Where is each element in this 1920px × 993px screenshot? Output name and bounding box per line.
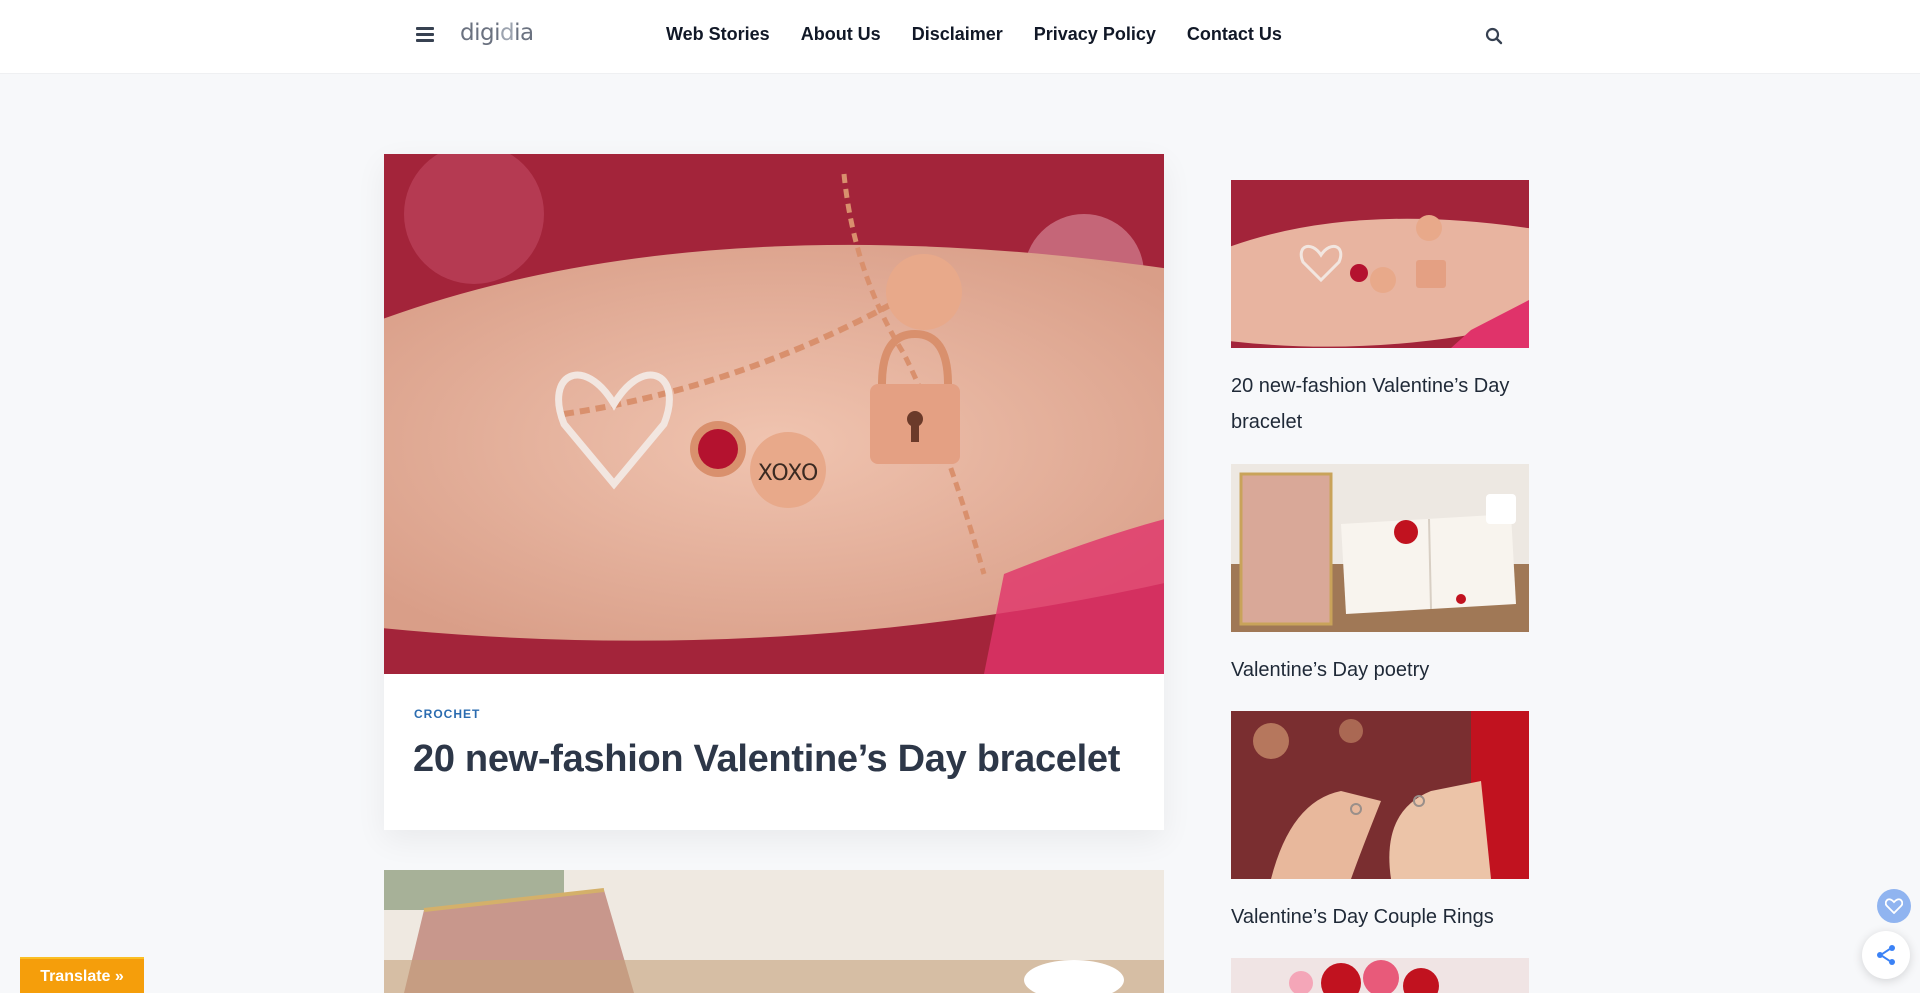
nav-disclaimer[interactable]: Disclaimer [912,24,1003,45]
svg-text:XOXO: XOXO [758,461,819,486]
sidebar-post-2: Valentine’s Day poetry [1231,464,1529,688]
site-header: digidia Web Stories About Us Disclaimer … [0,0,1920,73]
nav-about-us[interactable]: About Us [801,24,881,45]
featured-post-title[interactable]: 20 new-fashion Valentine’s Day bracelet [413,738,1153,781]
heart-icon[interactable] [1877,889,1911,923]
second-post-image[interactable] [384,870,1164,993]
post-category[interactable]: CROCHET [414,707,480,721]
second-post-card [384,870,1164,993]
sidebar-post-image[interactable] [1231,180,1529,348]
sidebar-post-4 [1231,958,1529,993]
sidebar-post-1: 20 new-fashion Valentine’s Day bracelet [1231,180,1529,440]
sidebar-post-title[interactable]: Valentine’s Day poetry [1231,652,1529,688]
sidebar-post-title[interactable]: 20 new-fashion Valentine’s Day bracelet [1231,368,1529,440]
logo-text-3: ia [514,20,534,46]
sidebar-post-title[interactable]: Valentine’s Day Couple Rings [1231,899,1529,935]
logo-text-2: d [499,20,515,46]
sidebar-post-image[interactable] [1231,464,1529,632]
featured-post-card: XOXO CROCHET 20 new-fashion Valentine’s … [384,154,1164,830]
translate-button[interactable]: Translate » [20,957,144,993]
search-icon[interactable] [1485,27,1503,45]
nav-web-stories[interactable]: Web Stories [666,24,770,45]
sidebar-post-image[interactable] [1231,958,1529,993]
nav-contact-us[interactable]: Contact Us [1187,24,1282,45]
share-icon[interactable] [1862,931,1910,979]
sidebar-post-3: Valentine’s Day Couple Rings [1231,711,1529,935]
logo-text-1: digi [460,20,500,46]
nav-privacy-policy[interactable]: Privacy Policy [1034,24,1156,45]
main-nav: Web Stories About Us Disclaimer Privacy … [666,24,1313,45]
hamburger-icon[interactable] [416,27,434,43]
sidebar-post-image[interactable] [1231,711,1529,879]
featured-post-image[interactable]: XOXO [384,154,1164,674]
site-logo[interactable]: digidia [460,20,534,46]
